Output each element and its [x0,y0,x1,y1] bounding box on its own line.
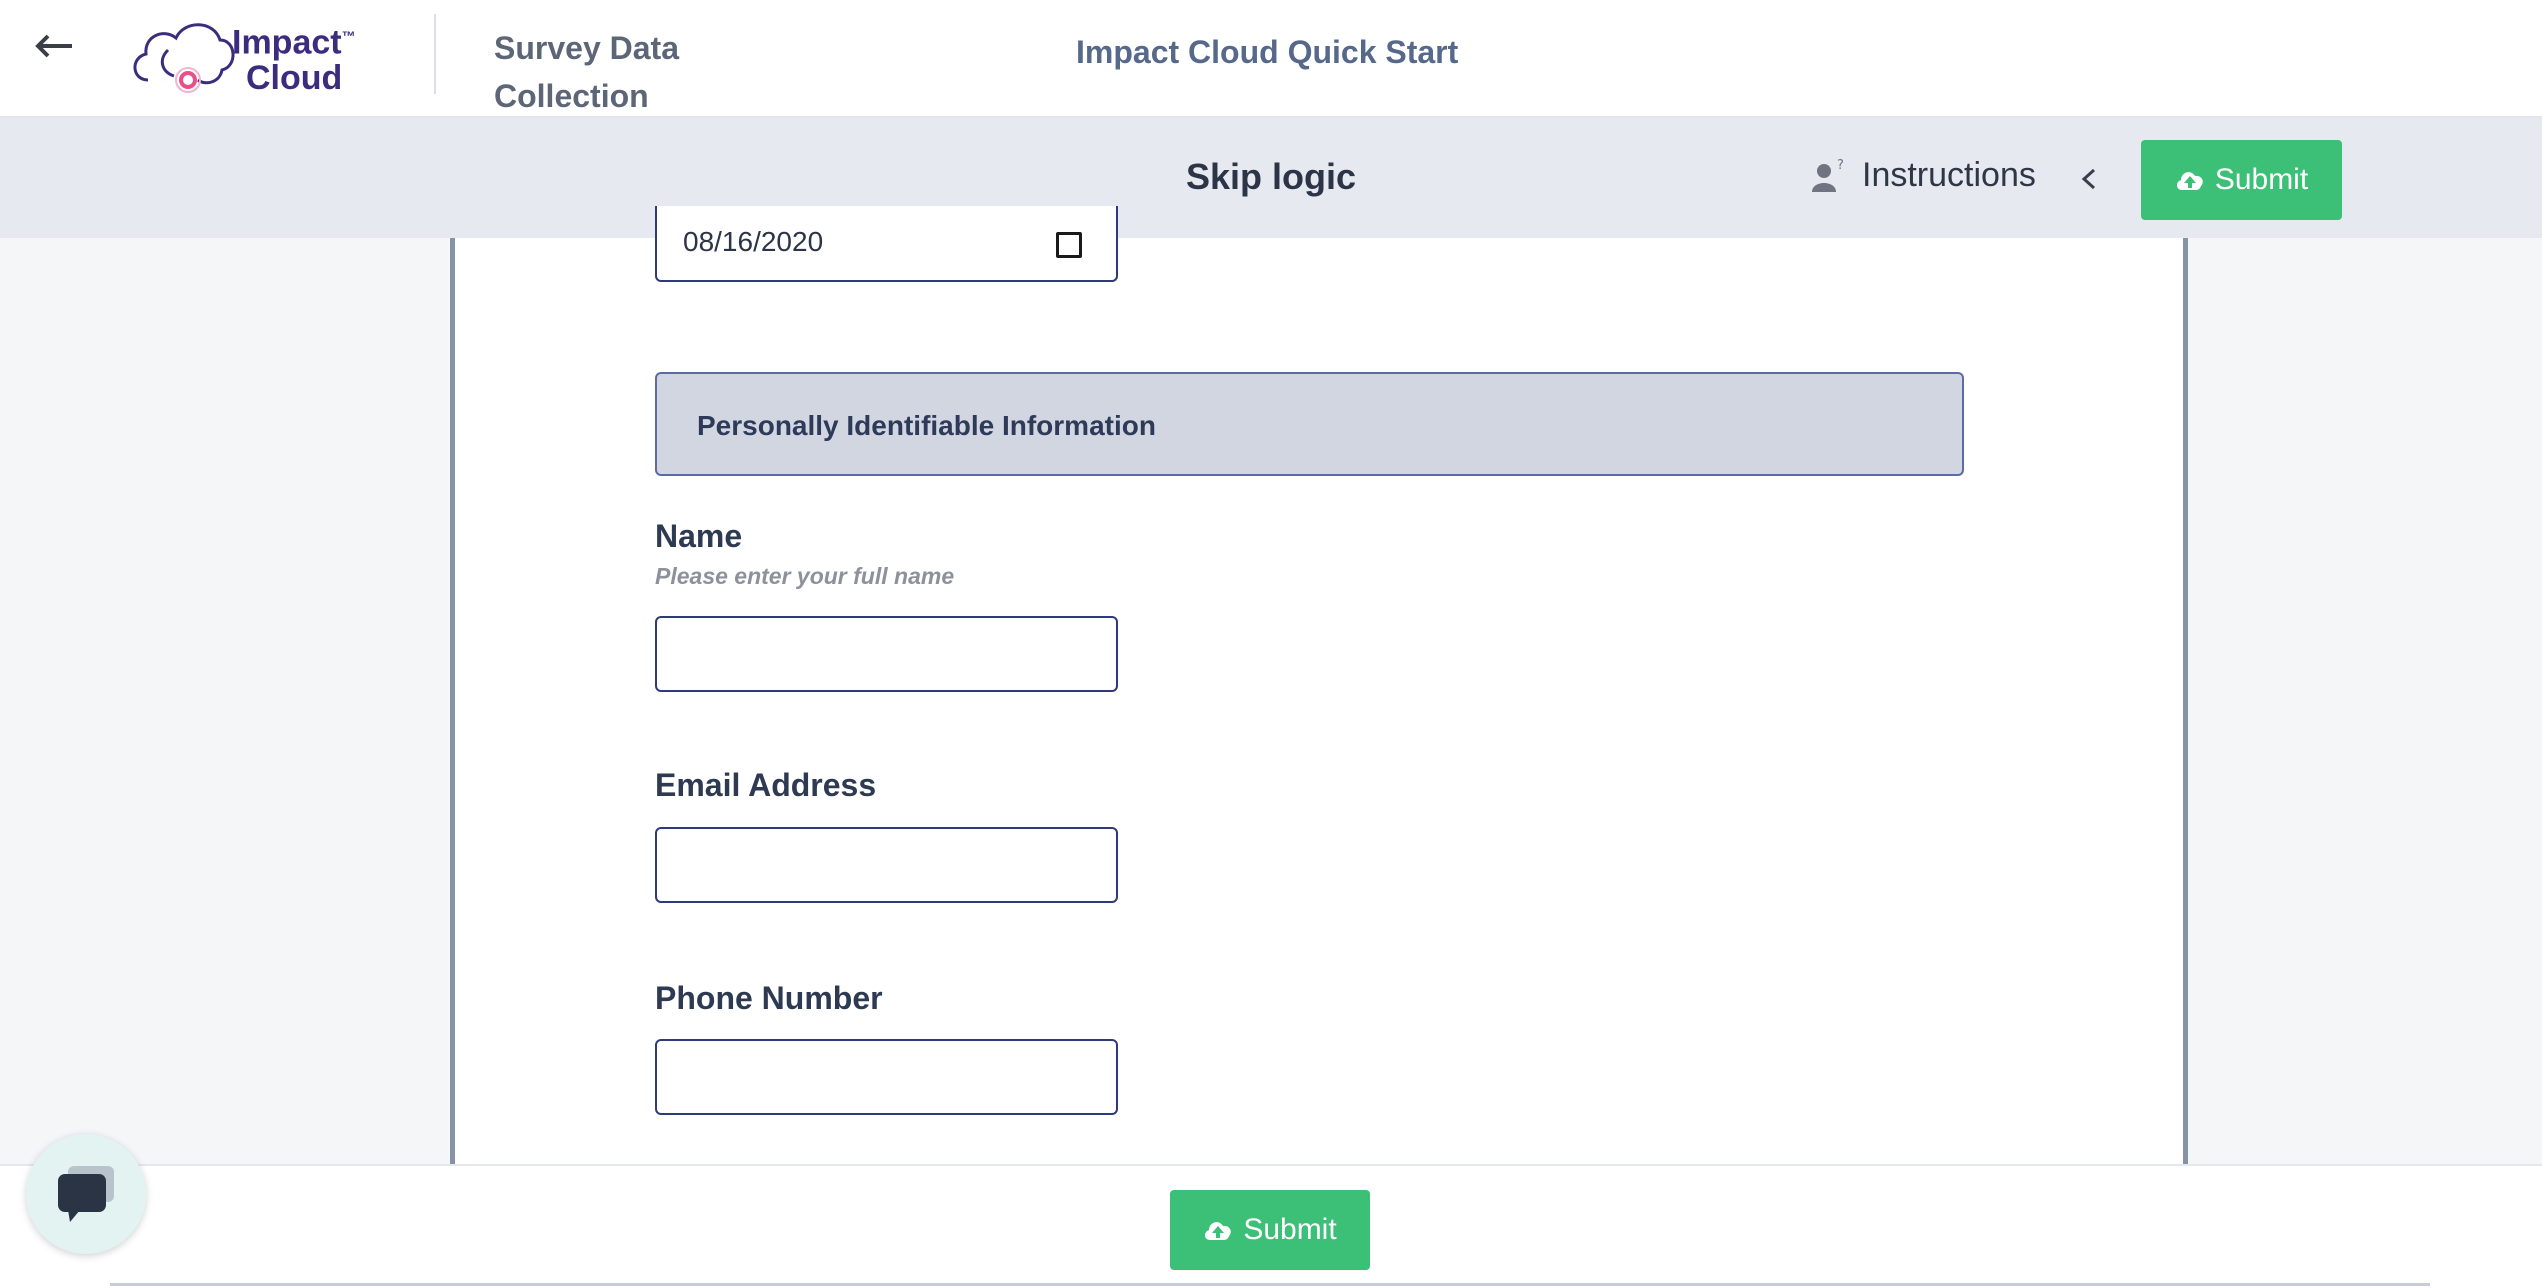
cloud-upload-icon [2176,172,2203,190]
survey-name: Survey Data Collection [494,30,679,114]
logo-line1: Impact [232,23,342,62]
logo-wordmark: Impact™ Cloud [232,18,356,96]
footer-divider [110,1283,2430,1286]
section-header: Personally Identifiable Information [655,372,1964,476]
footer-bar: Submit [0,1164,2542,1288]
header-divider [434,14,436,94]
submit-label-bottom: Submit [1243,1213,1337,1246]
name-label: Name [655,518,743,554]
svg-text:?: ? [1837,158,1844,173]
instructions-person-icon: ? [1812,158,1844,192]
project-name: Impact Cloud Quick Start [1076,34,1459,70]
instructions-toggle[interactable]: ? Instructions [1810,156,2036,195]
email-input[interactable] [655,827,1118,903]
impact-cloud-logo[interactable]: Impact™ Cloud [128,10,358,100]
cloud-logo-icon [133,23,235,93]
submit-button-top[interactable]: Submit [2141,140,2342,220]
instructions-label: Instructions [1862,156,2036,194]
page-title: Skip logic [1186,156,1357,197]
phone-label: Phone Number [655,980,883,1016]
chat-launcher-button[interactable] [26,1134,146,1254]
logo-line2: Cloud [246,59,343,98]
section-title: Personally Identifiable Information [697,410,1156,441]
submit-label-top: Submit [2214,163,2309,196]
date-input[interactable]: 08/16/2020 [655,206,1118,282]
cloud-upload-icon [1205,1222,1232,1240]
logo-trademark: ™ [341,28,356,44]
back-arrow-icon[interactable] [34,30,74,62]
page-toolbar: Skip logic ? Instructions Submit [0,118,2542,238]
chat-icon [58,1166,114,1222]
name-hint: Please enter your full name [655,563,955,589]
phone-input[interactable] [655,1039,1118,1115]
chevron-left-icon[interactable] [2078,164,2100,194]
date-value: 08/16/2020 [683,226,824,257]
calendar-icon[interactable] [1056,232,1082,258]
submit-button-bottom[interactable]: Submit [1170,1190,1370,1270]
top-header: Impact™ Cloud Survey Data Collection Imp… [0,0,2542,118]
name-input[interactable] [655,616,1118,692]
email-label: Email Address [655,767,877,803]
